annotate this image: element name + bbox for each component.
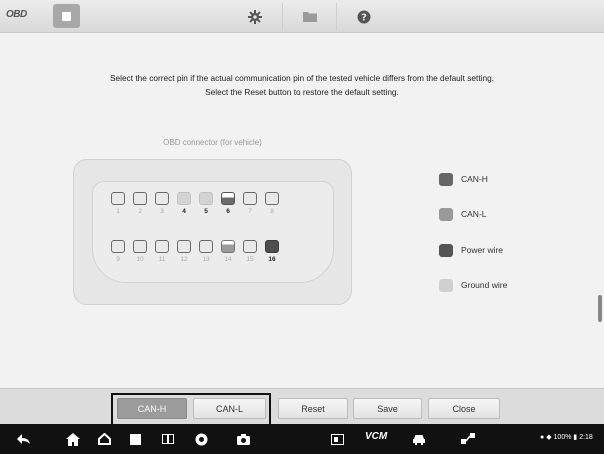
pin-number: 6 [226,208,230,215]
legend-swatch [439,173,453,186]
scrollbar-thumb[interactable] [598,295,602,322]
clock: 2:18 [579,434,593,441]
pin-number: 1 [116,208,120,215]
top-toolbar: OBD ? [0,0,604,33]
battery-level: 100% [553,434,572,441]
battery-icon: ▮ [573,434,578,441]
stop-icon [62,12,71,21]
help-button[interactable]: ? [336,3,391,30]
pin-7[interactable] [243,192,257,205]
pin-number: 5 [204,208,208,215]
legend-swatch [439,279,453,292]
pin-number: 16 [268,256,276,263]
pin-number: 14 [224,256,232,263]
legend-swatch [439,208,453,221]
camera-icon[interactable] [232,424,254,454]
selection-highlight-box [111,393,271,427]
pin-number: 13 [202,256,210,263]
screen-record-icon[interactable] [326,424,348,454]
pin-number: 2 [138,208,142,215]
pin-6[interactable] [221,192,235,205]
pin-2[interactable] [133,192,147,205]
bluetooth-icon: ● [540,434,545,441]
pin-4[interactable] [177,192,191,205]
obd-logo: OBD [6,9,27,20]
legend-label: CAN-H [461,174,488,184]
close-button[interactable]: Close [428,398,500,419]
pin-number: 4 [182,208,186,215]
network-icon[interactable] [457,424,479,454]
vcm-status-icon[interactable]: VCM [365,431,387,442]
pin-16[interactable] [265,240,279,253]
stop-button[interactable] [53,4,80,28]
pin-12[interactable] [177,240,191,253]
pin-9[interactable] [111,240,125,253]
pin-number: 9 [116,256,120,263]
home-icon[interactable] [62,424,84,454]
pin-number: 7 [248,208,252,215]
pin-number: 15 [246,256,254,263]
main-content: Select the correct pin if the actual com… [0,33,604,388]
pin-11[interactable] [155,240,169,253]
settings-button[interactable] [228,3,282,30]
gear-icon [247,9,262,24]
wifi-icon: ◆ [546,434,552,441]
reset-button[interactable]: Reset [278,398,348,419]
pin-5[interactable] [199,192,213,205]
help-icon: ? [357,10,371,23]
folder-icon [302,12,317,22]
pin-number: 8 [270,208,274,215]
pin-1[interactable] [111,192,125,205]
pin-15[interactable] [243,240,257,253]
legend-label: CAN-L [461,209,487,219]
pin-13[interactable] [199,240,213,253]
legend-label: Ground wire [461,280,508,290]
back-icon[interactable] [12,424,34,454]
pin-number: 3 [160,208,164,215]
connector-face: 1 2 3 4 5 6 7 8 9 10 11 12 13 14 15 16 [92,181,334,283]
house-outline-icon[interactable] [93,424,115,454]
svg-text:?: ? [361,12,367,23]
pin-number: 10 [136,256,144,263]
instruction-line-2: Select the Reset button to restore the d… [205,87,399,97]
tool-group: ? [228,3,391,30]
instructions: Select the correct pin if the actual com… [0,71,604,99]
legend-label: Power wire [461,245,504,255]
pin-3[interactable] [155,192,169,205]
bottom-button-bar: CAN-H CAN-L Reset Save Close [0,388,604,424]
pin-8[interactable] [265,192,279,205]
split-screen-icon[interactable] [157,424,179,454]
pin-14[interactable] [221,240,235,253]
instruction-line-1: Select the correct pin if the actual com… [109,73,494,83]
chrome-icon[interactable] [190,424,212,454]
system-navbar: VCM ● ◆ 100% ▮ 2:18 [0,424,604,454]
pin-number: 11 [158,256,166,263]
folder-button[interactable] [281,3,337,30]
obd-connector: 1 2 3 4 5 6 7 8 9 10 11 12 13 14 15 16 [73,159,352,305]
legend-swatch [439,244,453,257]
connector-label: OBD connector (for vehicle) [163,138,262,147]
save-button[interactable]: Save [353,398,422,419]
system-status: ● ◆ 100% ▮ 2:18 [540,433,593,441]
pin-number: 12 [180,256,188,263]
car-icon[interactable] [408,424,430,454]
recent-apps-icon[interactable] [124,424,146,454]
pin-10[interactable] [133,240,147,253]
